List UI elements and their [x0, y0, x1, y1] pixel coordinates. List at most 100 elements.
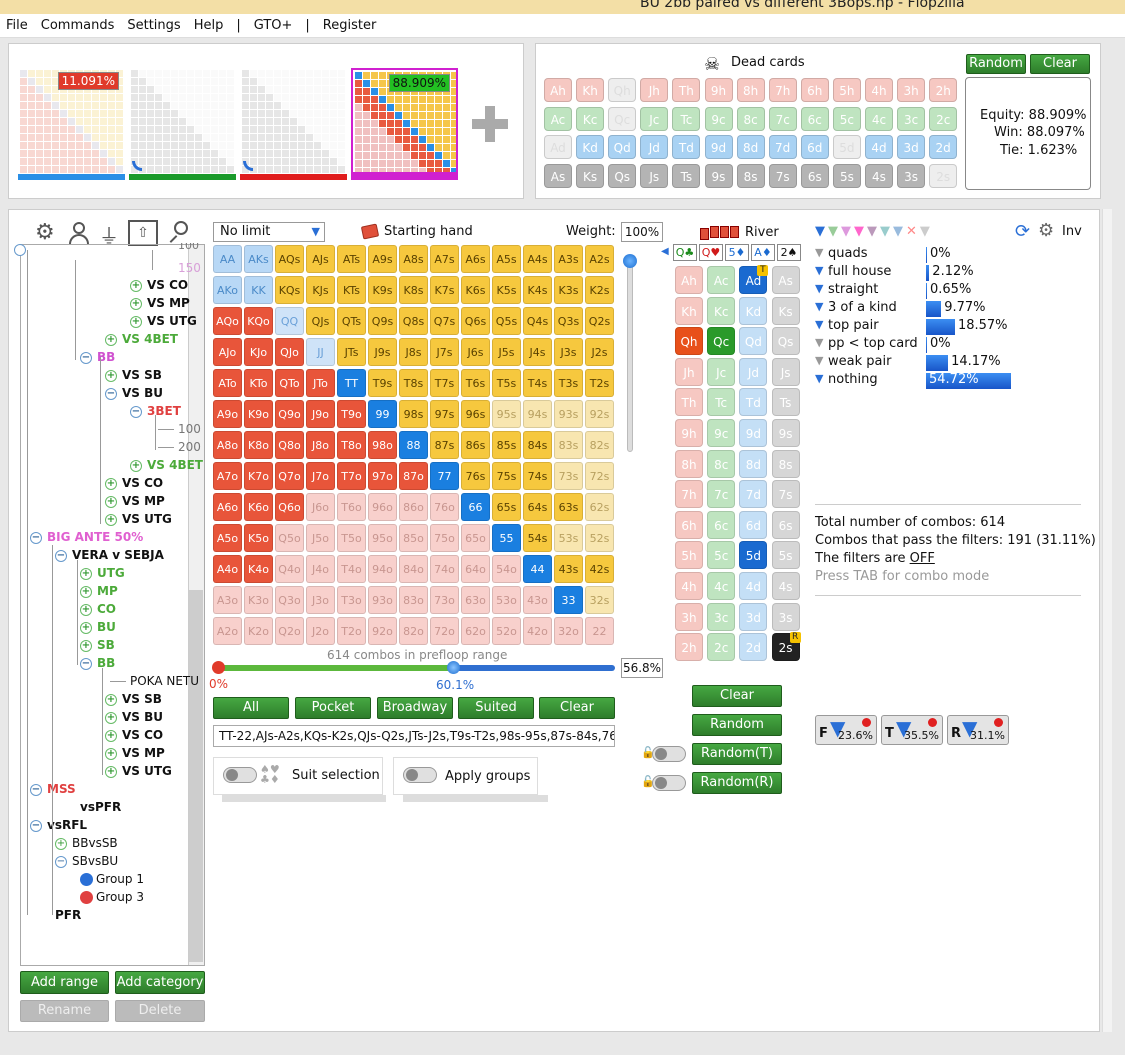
hand-cell-97s[interactable]: 97s: [430, 400, 459, 428]
hand-cell-T4o[interactable]: T4o: [337, 555, 366, 583]
dead-card-7h[interactable]: 7h: [768, 78, 797, 102]
dead-card-Ac[interactable]: Ac: [544, 106, 572, 131]
hand-cell-T6s[interactable]: T6s: [461, 369, 490, 397]
hand-cell-J4o[interactable]: J4o: [306, 555, 335, 583]
hand-cell-ATs[interactable]: ATs: [337, 245, 366, 273]
hand-cell-KJo[interactable]: KJo: [244, 338, 273, 366]
hand-cell-Q9o[interactable]: Q9o: [275, 400, 304, 428]
range-suited-button[interactable]: Suited: [458, 697, 534, 719]
board-grid-card-4d[interactable]: 4d: [739, 572, 768, 600]
dead-card-Jc[interactable]: Jc: [640, 106, 669, 131]
hand-cell-J2s[interactable]: J2s: [585, 338, 614, 366]
hand-cell-A4o[interactable]: A4o: [213, 555, 242, 583]
hand-cell-54o[interactable]: 54o: [492, 555, 521, 583]
board-card-0[interactable]: Q♣: [673, 244, 697, 261]
tree-item-vs-utg[interactable]: + VS UTG: [130, 314, 197, 328]
tree-item-poka-netu[interactable]: POKA NETU: [110, 674, 199, 688]
refresh-icon[interactable]: ⟳: [1015, 221, 1030, 242]
hand-cell-Q3s[interactable]: Q3s: [554, 307, 583, 335]
hand-cell-Q9s[interactable]: Q9s: [368, 307, 397, 335]
hand-cell-Q8s[interactable]: Q8s: [399, 307, 428, 335]
hand-cell-A7o[interactable]: A7o: [213, 462, 242, 490]
dead-card-5h[interactable]: 5h: [832, 78, 861, 102]
tree-item-vs-bu[interactable]: + VS BU: [105, 710, 163, 724]
collapse-icon[interactable]: −: [80, 351, 92, 364]
clear-dead-button[interactable]: Clear: [1030, 54, 1090, 74]
board-grid-card-3d[interactable]: 3d: [739, 602, 768, 631]
hand-cell-ATo[interactable]: ATo: [213, 369, 242, 397]
tree-item-vs-sb[interactable]: + VS SB: [105, 692, 162, 706]
board-grid-card-Ad[interactable]: Ad T: [739, 265, 769, 294]
filter-label-full-house[interactable]: full house: [828, 264, 891, 279]
board-grid-card-Ah[interactable]: Ah: [675, 266, 703, 294]
hand-cell-96o[interactable]: 96o: [368, 493, 397, 521]
dead-card-6c[interactable]: 6c: [800, 106, 829, 131]
tree-item-vera-v-sebja[interactable]: − VERA v SEBJA: [55, 548, 164, 562]
tree-item-vs-4bet[interactable]: + VS 4BET: [105, 332, 178, 346]
expand-icon[interactable]: +: [105, 477, 117, 490]
hand-cell-K7s[interactable]: K7s: [430, 276, 459, 304]
collapse-icon[interactable]: −: [130, 405, 142, 418]
expand-icon[interactable]: +: [105, 369, 117, 382]
delete-button[interactable]: Delete: [115, 1000, 205, 1022]
board-grid-card-Ac[interactable]: Ac: [707, 266, 736, 294]
hand-cell-J7s[interactable]: J7s: [430, 338, 459, 366]
dead-card-Ks[interactable]: Ks: [576, 164, 605, 189]
hand-cell-65o[interactable]: 65o: [461, 524, 490, 552]
dead-card-8c[interactable]: 8c: [736, 106, 765, 131]
tree-scroll-thumb[interactable]: [189, 590, 203, 962]
hand-cell-Q4s[interactable]: Q4s: [523, 307, 552, 335]
board-grid-card-5c[interactable]: 5c: [707, 541, 736, 570]
hand-cell-65s[interactable]: 65s: [492, 493, 521, 521]
expand-icon[interactable]: +: [80, 585, 92, 598]
board-grid-card-Qs[interactable]: Qs: [771, 327, 800, 356]
hand-cell-53s[interactable]: 53s: [554, 524, 583, 552]
hand-cell-K3s[interactable]: K3s: [554, 276, 583, 304]
dead-card-9c[interactable]: 9c: [704, 106, 733, 131]
hand-cell-62s[interactable]: 62s: [585, 493, 614, 521]
hand-cell-T5o[interactable]: T5o: [337, 524, 366, 552]
range-slider-track[interactable]: [217, 665, 615, 671]
board-grid-card-Th[interactable]: Th: [675, 388, 703, 417]
inv-label[interactable]: Inv: [1062, 224, 1082, 239]
board-clear-button[interactable]: Clear: [692, 685, 782, 707]
hand-cell-43s[interactable]: 43s: [554, 555, 583, 583]
hand-cell-42s[interactable]: 42s: [585, 555, 614, 583]
tree-item-bu[interactable]: + BU: [80, 620, 116, 634]
board-grid-card-7c[interactable]: 7c: [707, 480, 736, 509]
gear-icon[interactable]: ⚙: [35, 220, 55, 245]
tree-item-big-ante-50-[interactable]: − BIG ANTE 50%: [30, 530, 143, 544]
hand-cell-J6o[interactable]: J6o: [306, 493, 335, 521]
filter-label-quads[interactable]: quads: [828, 246, 867, 261]
expand-icon[interactable]: +: [105, 495, 117, 508]
hand-cell-Q2o[interactable]: Q2o: [275, 617, 304, 645]
board-grid-card-3s[interactable]: 3s: [771, 602, 800, 631]
board-grid-card-8c[interactable]: 8c: [707, 449, 736, 478]
hand-cell-82s[interactable]: 82s: [585, 431, 614, 459]
hand-cell-AJo[interactable]: AJo: [213, 338, 242, 366]
tree-item-100[interactable]: 100: [158, 422, 201, 436]
range-slider-mid-knob[interactable]: [447, 661, 460, 674]
tree-item-mp[interactable]: + MP: [80, 584, 118, 598]
hand-cell-93o[interactable]: 93o: [368, 586, 397, 614]
filter-badge-f[interactable]: F ▼ 23.6%: [815, 715, 877, 745]
hand-cell-83s[interactable]: 83s: [554, 431, 583, 459]
expand-icon[interactable]: +: [130, 279, 142, 292]
rename-button[interactable]: Rename: [20, 1000, 109, 1022]
hand-cell-T9s[interactable]: T9s: [368, 369, 397, 397]
hand-cell-Q7s[interactable]: Q7s: [430, 307, 459, 335]
board-grid-card-6c[interactable]: 6c: [707, 510, 736, 539]
dead-card-9d[interactable]: 9d: [704, 135, 733, 160]
hand-cell-95o[interactable]: 95o: [368, 524, 397, 552]
hand-cell-JJ[interactable]: JJ: [306, 338, 335, 366]
hand-cell-KK[interactable]: KK: [244, 276, 273, 304]
hand-cell-T8s[interactable]: T8s: [399, 369, 428, 397]
board-grid-card-Qc[interactable]: Qc: [707, 327, 736, 356]
filter-funnel-icon[interactable]: ▼: [815, 318, 823, 331]
hand-cell-K8o[interactable]: K8o: [244, 431, 273, 459]
hand-cell-J9o[interactable]: J9o: [306, 400, 335, 428]
board-grid-card-9c[interactable]: 9c: [707, 419, 736, 447]
filter-badge-r[interactable]: R ▼ 31.1%: [947, 715, 1009, 745]
hand-cell-97o[interactable]: 97o: [368, 462, 397, 490]
user-icon[interactable]: [68, 222, 90, 244]
